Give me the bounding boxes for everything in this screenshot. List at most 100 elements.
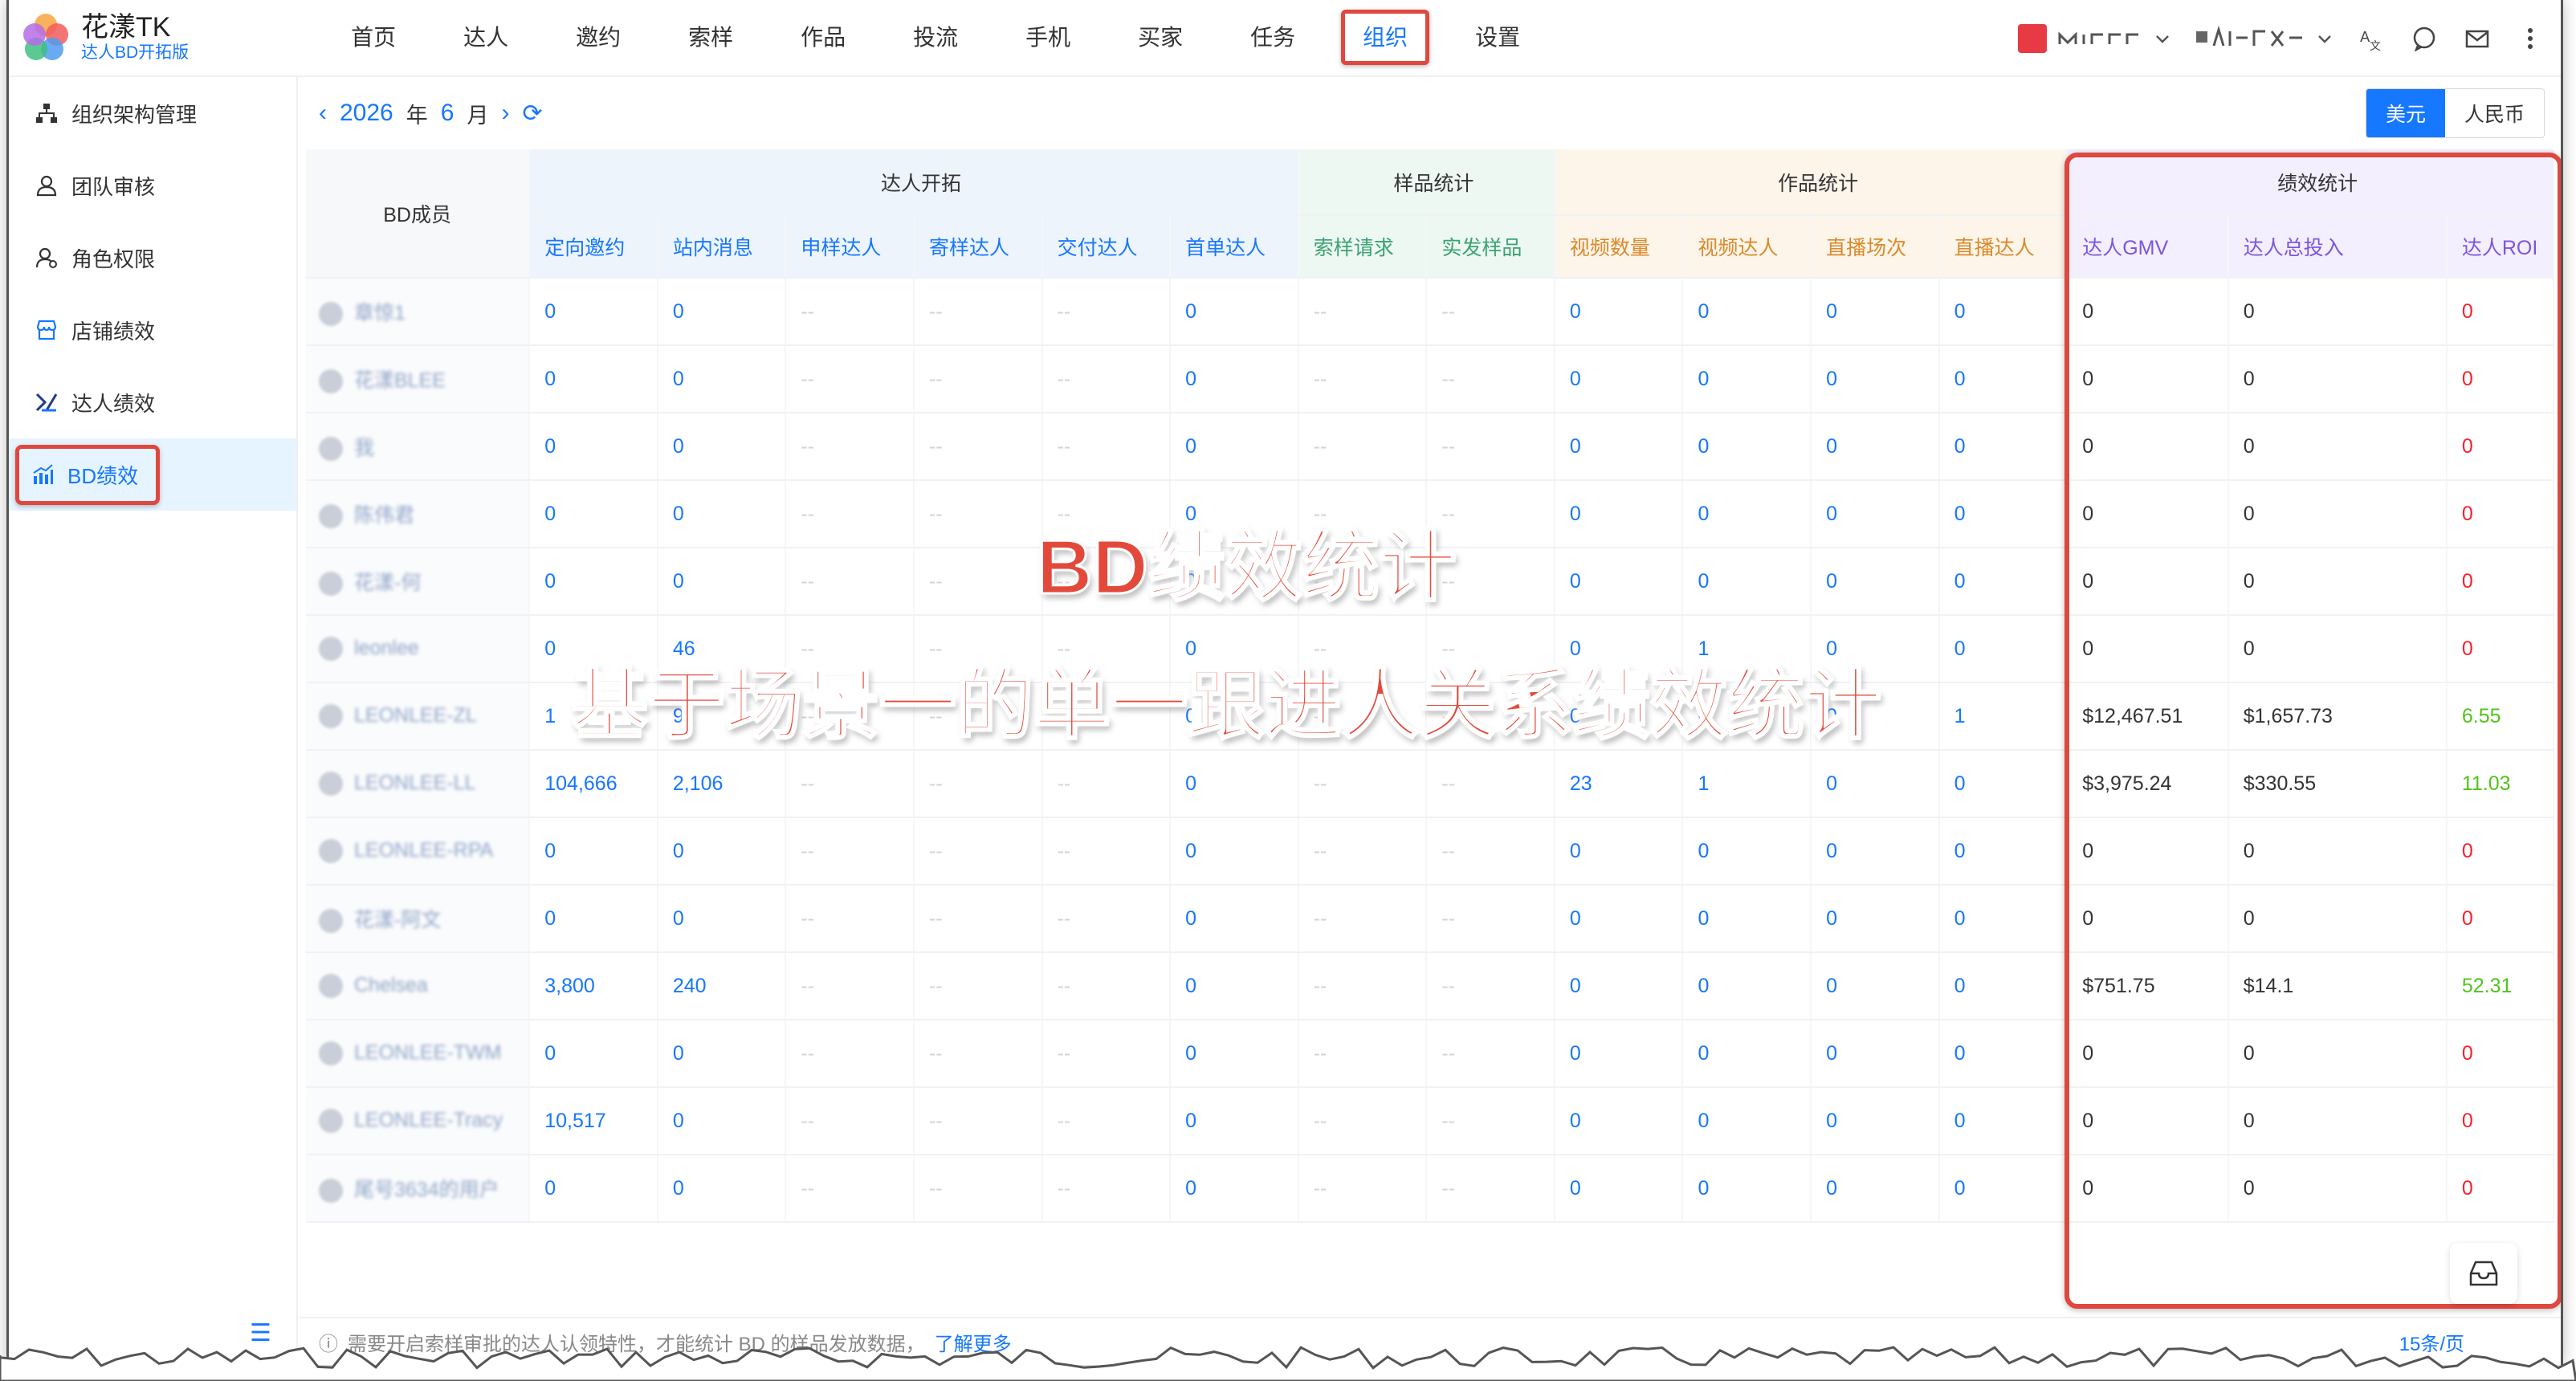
member-cell[interactable]: LEONLEE-TWM (306, 1020, 531, 1088)
sidebar-item-team-review[interactable]: 团队审核 (9, 149, 296, 222)
table-row[interactable]: 花漾-阿文 0 0 -- -- -- 0 -- -- 0 0 0 0 0 0 0 (306, 885, 2555, 953)
account-switcher[interactable] (2195, 25, 2333, 52)
table-cell[interactable]: 0 (1811, 413, 1940, 481)
nav-phone[interactable]: 手机 (992, 0, 1104, 76)
table-cell[interactable]: 0 (529, 278, 658, 346)
prev-month-icon[interactable]: ‹ (319, 100, 327, 127)
nav-home[interactable]: 首页 (317, 0, 430, 76)
table-cell[interactable]: 0 (1554, 1087, 1684, 1155)
table-cell[interactable]: 104,666 (529, 750, 658, 818)
table-cell[interactable]: 10,517 (529, 1087, 658, 1155)
table-cell[interactable]: 0 (1170, 952, 1299, 1020)
table-cell[interactable]: 0 (1811, 885, 1940, 953)
table-cell[interactable]: 0 (657, 480, 787, 548)
table-cell[interactable]: 0 (1682, 345, 1812, 413)
member-cell[interactable]: 花漾BLEE (306, 345, 531, 413)
table-cell[interactable]: 0 (1170, 345, 1299, 413)
sidebar-item-talent-performance[interactable]: 达人绩效 (9, 366, 296, 438)
table-cell[interactable]: 0 (1682, 817, 1812, 886)
member-cell[interactable]: Chelsea (306, 952, 531, 1020)
table-cell[interactable]: 0 (1811, 480, 1940, 548)
col-header[interactable]: 视频达人 (1682, 215, 1812, 279)
table-cell[interactable]: 0 (1682, 885, 1812, 953)
table-cell[interactable]: 0 (1554, 548, 1684, 616)
nav-buyer[interactable]: 买家 (1104, 0, 1217, 76)
table-cell[interactable]: 0 (1554, 817, 1684, 886)
table-cell[interactable]: 1 (1682, 750, 1812, 818)
nav-org[interactable]: 组织 (1329, 0, 1441, 76)
table-cell[interactable]: 0 (1811, 1155, 1940, 1223)
nav-invite[interactable]: 邀约 (542, 0, 654, 76)
table-cell[interactable]: 0 (657, 1020, 787, 1088)
table-cell[interactable]: 0 (1811, 817, 1940, 886)
table-row[interactable]: LEONLEE-RPA 0 0 -- -- -- 0 -- -- 0 0 0 0 0 0 0 (306, 817, 2555, 886)
col-header[interactable]: 直播场次 (1811, 215, 1940, 279)
sidebar-item-bd-performance[interactable]: BD绩效 (9, 438, 296, 511)
nav-works[interactable]: 作品 (767, 0, 879, 76)
col-header[interactable]: 站内消息 (657, 215, 787, 279)
table-cell[interactable]: 0 (657, 1087, 787, 1155)
table-cell[interactable]: 0 (1811, 1087, 1940, 1155)
table-cell[interactable]: 0 (1554, 1155, 1684, 1223)
table-cell[interactable]: 0 (1170, 1155, 1299, 1223)
table-cell[interactable]: 0 (1938, 750, 2069, 818)
table-row[interactable]: 尾号3634的用户 0 0 -- -- -- 0 -- -- 0 0 0 0 0 0 0 (306, 1155, 2555, 1223)
table-cell[interactable]: 0 (657, 345, 787, 413)
table-cell[interactable]: 0 (529, 885, 658, 953)
member-cell[interactable]: 花漾-阿文 (306, 885, 531, 953)
sidebar-item-org-structure[interactable]: 组织架构管理 (9, 77, 296, 149)
table-cell[interactable]: 0 (1938, 952, 2069, 1020)
table-cell[interactable]: 0 (1682, 548, 1812, 616)
member-cell[interactable]: 尾号3634的用户 (306, 1155, 531, 1223)
nav-ads[interactable]: 投流 (879, 0, 992, 76)
table-cell[interactable]: 0 (1170, 413, 1299, 481)
table-cell[interactable]: 0 (1682, 952, 1812, 1020)
table-cell[interactable]: 0 (1811, 952, 1940, 1020)
table-cell[interactable]: 0 (1938, 615, 2069, 683)
member-cell[interactable]: LEONLEE-RPA (306, 817, 531, 886)
table-cell[interactable]: 0 (1938, 1087, 2069, 1155)
member-cell[interactable]: leonlee (306, 615, 531, 683)
table-cell[interactable]: 0 (1554, 278, 1684, 346)
table-cell[interactable]: 0 (1170, 1087, 1299, 1155)
nav-settings[interactable]: 设置 (1441, 0, 1554, 76)
currency-cny-button[interactable]: 人民币 (2444, 89, 2544, 137)
col-header[interactable]: 索样请求 (1298, 215, 1428, 279)
table-row[interactable]: LEONLEE-LL 104,666 2,106 -- -- -- 0 -- -- 23 1 0 0 $3… (306, 750, 2555, 818)
translate-icon[interactable]: A文 (2357, 24, 2386, 53)
month-value[interactable]: 6 (441, 100, 454, 127)
table-cell[interactable]: 0 (1682, 278, 1812, 346)
table-cell[interactable]: 0 (1938, 1020, 2069, 1088)
next-month-icon[interactable]: › (501, 100, 509, 127)
table-cell[interactable]: 23 (1554, 750, 1684, 818)
col-header[interactable]: 申样达人 (785, 215, 915, 279)
member-cell[interactable]: 章惊1 (306, 278, 531, 346)
table-cell[interactable]: 0 (1554, 952, 1684, 1020)
table-cell[interactable]: 0 (529, 345, 658, 413)
table-cell[interactable]: 0 (529, 480, 658, 548)
col-header[interactable]: 直播达人 (1938, 215, 2069, 279)
table-row[interactable]: Chelsea 3,800 240 -- -- -- 0 -- -- 0 0 0 0 $751.75 $14… (306, 952, 2555, 1020)
chat-icon[interactable] (2410, 24, 2439, 53)
menu-icon[interactable] (2516, 24, 2545, 53)
member-cell[interactable]: 我 (306, 413, 531, 481)
col-header[interactable]: 首单达人 (1170, 215, 1299, 279)
table-cell[interactable]: 0 (1170, 278, 1299, 346)
year-value[interactable]: 2026 (340, 100, 393, 127)
shop-switcher[interactable] (2018, 24, 2170, 53)
table-cell[interactable]: 0 (1811, 750, 1940, 818)
col-header[interactable]: 定向邀约 (529, 215, 658, 279)
table-cell[interactable]: 0 (1170, 750, 1299, 818)
app-logo[interactable] (22, 14, 70, 62)
sidebar-item-shop-performance[interactable]: 店铺绩效 (9, 294, 296, 366)
table-cell[interactable]: 0 (1554, 1020, 1684, 1088)
table-row[interactable]: 我 0 0 -- -- -- 0 -- -- 0 0 0 0 0 0 0 (306, 413, 2555, 481)
table-cell[interactable]: 1 (1938, 682, 2069, 751)
mail-icon[interactable] (2463, 24, 2492, 53)
table-cell[interactable]: 0 (1554, 413, 1684, 481)
table-cell[interactable]: 0 (1554, 480, 1684, 548)
table-row[interactable]: LEONLEE-Tracy 10,517 0 -- -- -- 0 -- -- 0 0 0 0 0 0 0 (306, 1087, 2555, 1155)
member-cell[interactable]: LEONLEE-Tracy (306, 1087, 531, 1155)
col-header[interactable]: 达人总投入 (2228, 215, 2448, 279)
table-cell[interactable]: 0 (1938, 480, 2069, 548)
